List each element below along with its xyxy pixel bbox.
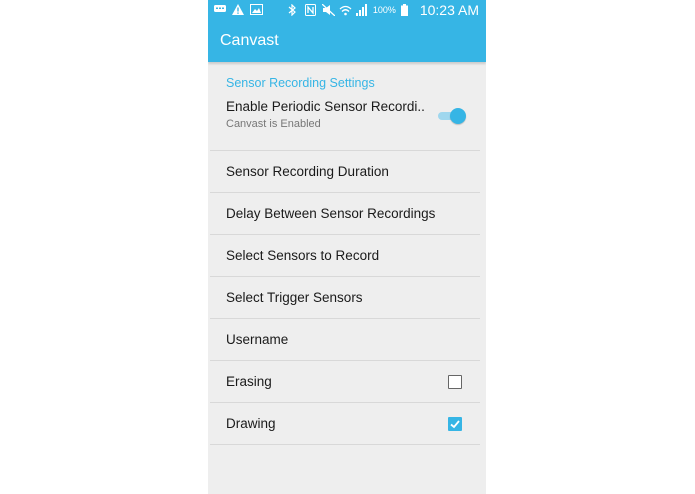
bluetooth-icon (288, 3, 300, 17)
toggle-thumb (450, 108, 466, 124)
battery-percent: 100% (372, 5, 396, 15)
wifi-icon (339, 4, 352, 16)
settings-list: Sensor Recording Settings Enable Periodi… (208, 62, 486, 445)
status-bar: 100% 10:23 AM (208, 0, 486, 21)
trigger-sensors-row[interactable]: Select Trigger Sensors (210, 277, 480, 319)
enable-recording-toggle[interactable] (438, 108, 466, 124)
select-sensors-row[interactable]: Select Sensors to Record (210, 235, 480, 277)
app-title: Canvast (220, 32, 279, 49)
battery-icon (400, 4, 413, 16)
recording-delay-row[interactable]: Delay Between Sensor Recordings (210, 193, 480, 235)
signal-icon (355, 4, 368, 16)
phone-screen: 100% 10:23 AM Canvast Sensor Recording S… (208, 0, 486, 494)
erasing-row[interactable]: Erasing (210, 361, 480, 403)
drawing-checkbox[interactable] (448, 417, 462, 431)
recording-duration-label: Sensor Recording Duration (226, 164, 389, 179)
message-icon (214, 4, 226, 16)
checkmark-icon (450, 420, 460, 429)
username-row[interactable]: Username (210, 319, 480, 361)
warning-icon (232, 4, 244, 16)
erasing-checkbox[interactable] (448, 375, 462, 389)
trigger-sensors-label: Select Trigger Sensors (226, 290, 363, 305)
username-label: Username (226, 332, 289, 347)
enable-recording-row[interactable]: Enable Periodic Sensor Recordi.. Canvast… (210, 93, 480, 151)
status-time: 10:23 AM (419, 2, 479, 18)
recording-duration-row[interactable]: Sensor Recording Duration (210, 151, 480, 193)
action-bar: Canvast (208, 21, 486, 62)
image-icon (250, 4, 263, 16)
erasing-label: Erasing (226, 374, 272, 389)
drawing-label: Drawing (226, 416, 276, 431)
enable-recording-summary: Canvast is Enabled (226, 118, 321, 130)
drawing-row[interactable]: Drawing (210, 403, 480, 445)
nfc-icon (304, 4, 317, 16)
section-header: Sensor Recording Settings (226, 76, 375, 90)
recording-delay-label: Delay Between Sensor Recordings (226, 206, 436, 221)
mute-icon (321, 3, 336, 17)
enable-recording-label: Enable Periodic Sensor Recordi.. (226, 99, 425, 114)
select-sensors-label: Select Sensors to Record (226, 248, 380, 263)
